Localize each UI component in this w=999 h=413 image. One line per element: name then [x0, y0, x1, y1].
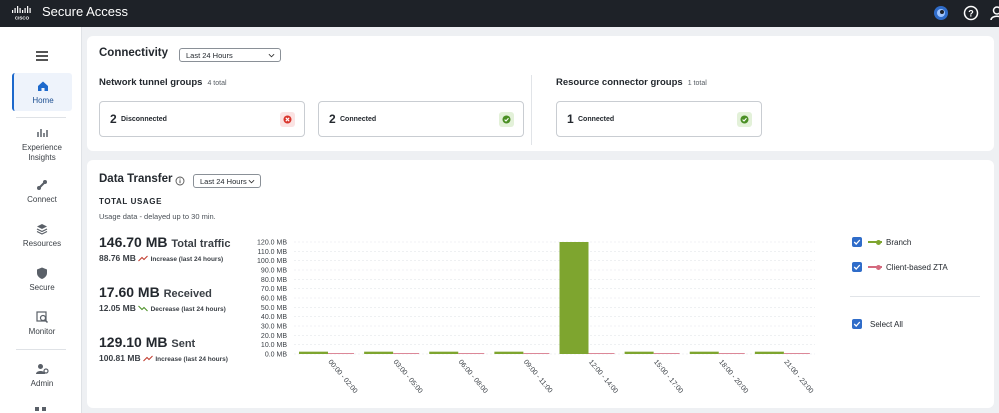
y-tick-label: 50.0 MB	[261, 305, 287, 312]
tunnel-groups-title: Network tunnel groups 4 total	[99, 77, 227, 88]
chevron-down-icon	[268, 53, 275, 58]
connectivity-range-select[interactable]: Last 24 Hours	[179, 48, 281, 62]
select-all-label: Select All	[870, 320, 903, 329]
bar-zta	[328, 353, 354, 354]
trend-up-icon	[143, 355, 153, 362]
connectivity-title: Connectivity	[99, 47, 169, 59]
y-tick-label: 0.0 MB	[265, 352, 288, 359]
sidebar-item-secure[interactable]: Secure	[12, 266, 72, 293]
zta-legend-label: Client-based ZTA	[886, 263, 948, 272]
x-tick-label: 21:00 - 23:00	[782, 359, 814, 395]
x-tick-label: 06:00 - 08:00	[457, 359, 489, 395]
more-icon[interactable]	[34, 405, 48, 413]
data-transfer-title: Data Transfer	[99, 173, 173, 185]
bar-branch	[364, 351, 394, 354]
error-icon	[280, 112, 295, 127]
success-icon	[737, 112, 752, 127]
x-tick-label: 03:00 - 05:00	[392, 359, 424, 395]
y-tick-label: 110.0 MB	[258, 249, 288, 256]
x-tick-label: 12:00 - 14:00	[587, 359, 619, 395]
insights-icon	[37, 129, 48, 137]
help-icon[interactable]: ?	[962, 4, 980, 22]
trend-down-icon	[138, 305, 149, 312]
y-tick-label: 40.0 MB	[261, 314, 287, 321]
y-tick-label: 10.0 MB	[261, 342, 287, 349]
bar-branch	[624, 351, 654, 354]
sidebar-item-home[interactable]: Home	[12, 73, 72, 111]
bar-zta	[783, 353, 810, 354]
bar-zta	[523, 353, 550, 354]
app-title: Secure Access	[42, 4, 128, 19]
resources-icon	[36, 224, 48, 235]
x-tick-label: 00:00 - 02:00	[326, 359, 358, 395]
select-all-checkbox[interactable]	[852, 319, 862, 329]
connector-connected-box[interactable]: 1 Connected	[556, 101, 762, 137]
bar-branch	[494, 351, 524, 354]
tunnel-disconnected-box[interactable]: 2 Disconnected	[99, 101, 305, 137]
sidebar-item-monitor[interactable]: Monitor	[12, 310, 72, 337]
sidebar: Home Experience Insights Connect Resourc…	[0, 27, 82, 413]
svg-text:?: ?	[968, 9, 974, 19]
user-icon[interactable]	[988, 4, 999, 22]
bar-zta	[653, 353, 680, 354]
total-traffic-value: 146.70 MB Total traffic	[99, 234, 231, 250]
bar-zta	[458, 353, 485, 354]
sidebar-item-admin[interactable]: Admin	[12, 362, 72, 389]
usage-note: Usage data - delayed up to 30 min.	[99, 212, 216, 221]
cisco-logo-icon: CISCO	[12, 6, 31, 21]
bar-zta	[393, 353, 420, 354]
menu-icon[interactable]	[36, 51, 48, 61]
received-value: 17.60 MB Received	[99, 284, 212, 300]
connect-icon	[37, 180, 47, 190]
info-icon[interactable]	[175, 176, 185, 186]
tunnel-connected-box[interactable]: 2 Connected	[318, 101, 524, 137]
svg-text:CISCO: CISCO	[15, 16, 30, 21]
y-tick-label: 20.0 MB	[261, 333, 287, 340]
trend-up-icon	[138, 255, 149, 262]
bar-zta	[718, 353, 745, 354]
x-tick-label: 15:00 - 17:00	[652, 359, 684, 395]
monitor-icon	[36, 311, 49, 324]
y-tick-label: 70.0 MB	[261, 286, 287, 293]
sidebar-item-experience-insights[interactable]: Experience Insights	[12, 126, 72, 163]
success-icon	[499, 112, 514, 127]
bar-branch	[299, 351, 328, 354]
data-transfer-chart: 0.0 MB 10.0 MB 20.0 MB 30.0 MB 40.0 MB 50.0 M…	[257, 240, 815, 395]
bar-branch	[754, 351, 784, 354]
shield-icon	[37, 267, 47, 279]
received-trend: 12.05 MB Decrease (last 24 hours)	[99, 303, 226, 313]
total-usage-heading: TOTAL USAGE	[99, 197, 163, 206]
y-tick-label: 80.0 MB	[261, 277, 287, 284]
x-tick-label: 18:00 - 20:00	[717, 359, 749, 395]
connector-groups-title: Resource connector groups 1 total	[556, 77, 707, 88]
branch-legend-dot	[876, 239, 881, 245]
y-tick-label: 60.0 MB	[261, 296, 287, 303]
divider	[531, 75, 532, 145]
sent-trend: 100.81 MB Increase (last 24 hours)	[99, 353, 228, 363]
y-tick-label: 100.0 MB	[257, 258, 287, 265]
sent-value: 129.10 MB Sent	[99, 334, 196, 350]
y-tick-label: 30.0 MB	[261, 324, 287, 331]
sidebar-item-connect[interactable]: Connect	[12, 178, 72, 205]
bar-branch	[429, 351, 459, 354]
bar-zta	[588, 353, 615, 354]
zta-checkbox[interactable]	[852, 262, 862, 272]
zta-legend-dot	[876, 264, 881, 270]
sidebar-item-resources[interactable]: Resources	[12, 222, 72, 249]
home-icon	[38, 81, 48, 91]
assistant-icon[interactable]	[932, 4, 950, 22]
legend-divider	[850, 296, 980, 297]
branch-legend-label: Branch	[886, 238, 912, 247]
top-bar: CISCO Secure Access ?	[0, 0, 999, 27]
branch-checkbox[interactable]	[852, 237, 862, 247]
chevron-down-icon	[248, 179, 255, 184]
bar-branch	[689, 351, 719, 354]
y-tick-label: 90.0 MB	[261, 268, 287, 275]
total-traffic-trend: 88.76 MB Increase (last 24 hours)	[99, 253, 224, 263]
data-transfer-range-select[interactable]: Last 24 Hours	[193, 174, 261, 188]
y-tick-label: 120.0 MB	[257, 240, 287, 247]
bar-branch	[559, 242, 589, 354]
admin-icon	[36, 364, 49, 374]
x-tick-label: 09:00 - 11:00	[522, 359, 554, 395]
